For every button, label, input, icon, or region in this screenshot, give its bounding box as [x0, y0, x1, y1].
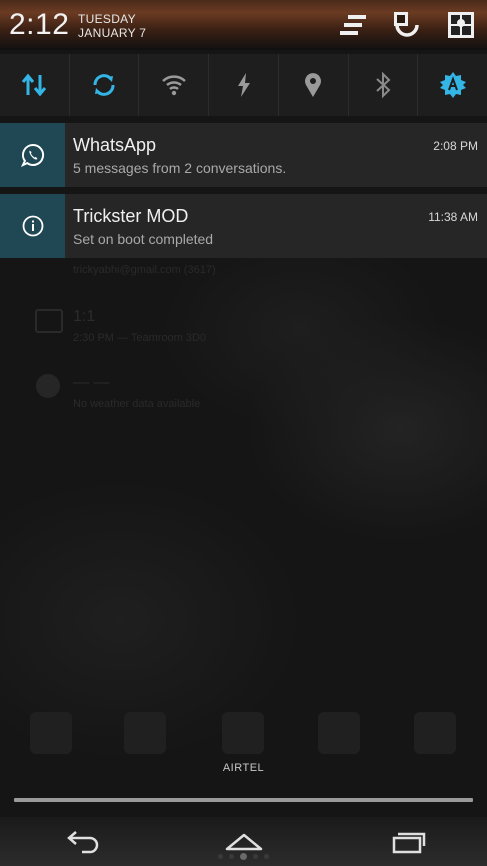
ghost-calendar-title: 1:1 [73, 308, 96, 325]
dock-contacts-icon [124, 712, 166, 754]
toggle-sync[interactable] [70, 54, 140, 116]
ghost-calendar-icon [35, 309, 63, 333]
recents-button[interactable] [378, 825, 438, 859]
day-label: TUESDAY [78, 12, 136, 26]
notification-trickster[interactable]: Trickster MOD Set on boot completed 11:3… [0, 194, 487, 258]
data-arrows-icon [22, 73, 47, 97]
sync-icon [93, 74, 115, 96]
notification-title: WhatsApp [73, 135, 157, 155]
ghost-calendar-sub: 2:30 PM — Teamroom 3D0 [73, 332, 207, 344]
lightning-icon [237, 73, 250, 97]
clear-all-icon[interactable] [336, 8, 370, 42]
dock-phone-icon [30, 712, 72, 754]
toggle-bluetooth[interactable] [349, 54, 419, 116]
toggle-auto-brightness[interactable] [418, 54, 487, 116]
page-dot [264, 854, 269, 859]
ghost-weather-icon [36, 374, 60, 398]
date-label: JANUARY 7 [78, 26, 147, 40]
wifi-icon [161, 75, 186, 96]
whatsapp-icon [0, 123, 65, 187]
bluetooth-icon [376, 71, 391, 99]
page-dot [218, 854, 223, 859]
quick-settings-bar [0, 54, 487, 116]
page-indicator [218, 853, 269, 860]
toggle-flash[interactable] [209, 54, 279, 116]
settings-toggle-icon[interactable] [391, 8, 425, 42]
notification-text: 5 messages from 2 conversations. [73, 160, 287, 176]
dock-messages-icon [318, 712, 360, 754]
dock-browser-icon [414, 712, 456, 754]
notification-text: Set on boot completed [73, 231, 214, 247]
page-dot-active [240, 853, 247, 860]
toggle-location[interactable] [279, 54, 349, 116]
home-icon [225, 833, 263, 851]
notification-time: 11:38 AM [428, 210, 478, 224]
page-dot [229, 854, 234, 859]
carrier-label: AIRTEL [222, 762, 265, 774]
clock: 2:12 [9, 8, 70, 41]
ghost-weather-sub: No weather data available [73, 398, 201, 410]
shade-drag-handle[interactable] [14, 798, 473, 802]
notification-whatsapp[interactable]: WhatsApp 5 messages from 2 conversations… [0, 123, 487, 187]
ghost-email-count: trickyabhi@gmail.com (3617) [73, 264, 216, 276]
location-pin-icon [305, 73, 322, 97]
notification-title: Trickster MOD [73, 206, 189, 226]
notification-time: 2:08 PM [433, 139, 478, 153]
toggle-wifi[interactable] [139, 54, 210, 116]
auto-brightness-icon [439, 72, 466, 98]
notification-header: 2:12 TUESDAY JANUARY 7 [0, 0, 487, 50]
ghost-weather-title: — — [73, 374, 110, 391]
back-icon [67, 831, 99, 854]
recents-icon [392, 832, 426, 854]
date-block: TUESDAY JANUARY 7 [78, 12, 146, 40]
back-button[interactable] [52, 825, 112, 859]
profile-icon[interactable] [444, 8, 478, 42]
dock-apps-icon [222, 712, 264, 754]
page-dot [253, 854, 258, 859]
toggle-mobile-data[interactable] [0, 54, 70, 116]
info-icon [0, 194, 65, 258]
